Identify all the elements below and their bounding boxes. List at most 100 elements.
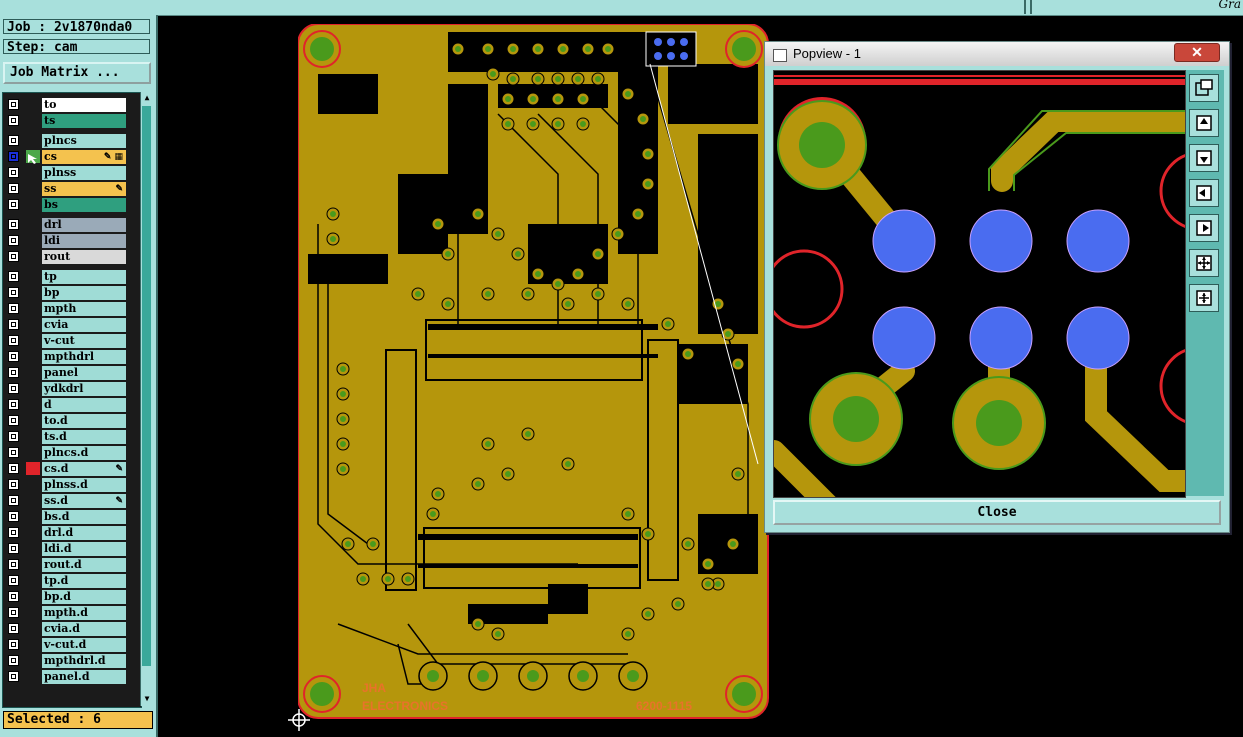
layer-name[interactable]: mpth: [42, 302, 126, 316]
layer-row[interactable]: ss.d ✎: [3, 493, 141, 508]
layer-name[interactable]: v-cut.d: [42, 638, 126, 652]
layer-row[interactable]: plnss: [3, 165, 141, 180]
layer-name[interactable]: d: [42, 398, 126, 412]
layer-row[interactable]: cs.d ✎: [3, 461, 141, 476]
layer-visibility-checkbox[interactable]: [8, 367, 19, 378]
layer-row[interactable]: mpth: [3, 301, 141, 316]
layer-visibility-checkbox[interactable]: [8, 251, 19, 262]
layer-visibility-checkbox[interactable]: [8, 463, 19, 474]
layer-visibility-checkbox[interactable]: [8, 623, 19, 634]
layer-row[interactable]: plncs: [3, 133, 141, 148]
layer-row[interactable]: bs: [3, 197, 141, 212]
layer-row[interactable]: bp: [3, 285, 141, 300]
layer-row[interactable]: panel.d: [3, 669, 141, 684]
layer-visibility-checkbox[interactable]: [8, 415, 19, 426]
zoom-window-icon[interactable]: [1189, 74, 1219, 102]
layer-name[interactable]: ldi.d: [42, 542, 126, 556]
layer-name[interactable]: mpthdrl: [42, 350, 126, 364]
layer-visibility-checkbox[interactable]: [8, 447, 19, 458]
layer-row[interactable]: ldi.d: [3, 541, 141, 556]
layer-name[interactable]: ldi: [42, 234, 126, 248]
layer-name[interactable]: to: [42, 98, 126, 112]
layer-name[interactable]: plncs: [42, 134, 126, 148]
layer-name[interactable]: cvia.d: [42, 622, 126, 636]
layer-visibility-checkbox[interactable]: [8, 543, 19, 554]
layer-list-scrollbar[interactable]: ▲ ▼: [140, 92, 153, 706]
layer-name[interactable]: ydkdrl: [42, 382, 126, 396]
layer-name[interactable]: rout.d: [42, 558, 126, 572]
layer-name[interactable]: bp: [42, 286, 126, 300]
selected-pads[interactable]: [872, 209, 1130, 370]
scrollbar-thumb[interactable]: [142, 106, 151, 666]
layer-name[interactable]: tp: [42, 270, 126, 284]
layer-row[interactable]: v-cut: [3, 333, 141, 348]
layer-name[interactable]: cs ✎ ▦: [42, 150, 126, 164]
layer-visibility-checkbox[interactable]: [8, 671, 19, 682]
layer-visibility-checkbox[interactable]: [8, 167, 19, 178]
window-close-icon[interactable]: ✕: [1174, 43, 1220, 62]
layer-row[interactable]: rout: [3, 249, 141, 264]
popview-close-button[interactable]: Close: [773, 500, 1221, 525]
layer-visibility-checkbox[interactable]: [8, 303, 19, 314]
layer-name[interactable]: cvia: [42, 318, 126, 332]
layer-name[interactable]: rout: [42, 250, 126, 264]
zoom-fit-icon[interactable]: [1189, 249, 1219, 277]
layer-visibility-checkbox[interactable]: [8, 319, 19, 330]
layer-name[interactable]: plnss.d: [42, 478, 126, 492]
layer-name[interactable]: plncs.d: [42, 446, 126, 460]
layer-row[interactable]: ts.d: [3, 429, 141, 444]
layer-row[interactable]: plnss.d: [3, 477, 141, 492]
layer-visibility-checkbox[interactable]: [8, 199, 19, 210]
layer-visibility-checkbox[interactable]: [8, 575, 19, 586]
popview-canvas[interactable]: [773, 70, 1186, 498]
layer-name[interactable]: bp.d: [42, 590, 126, 604]
layer-name[interactable]: plnss: [42, 166, 126, 180]
layer-row[interactable]: to: [3, 97, 141, 112]
layer-name[interactable]: ss ✎: [42, 182, 126, 196]
scroll-up-arrow-icon[interactable]: ▲: [142, 93, 152, 103]
layer-row[interactable]: v-cut.d: [3, 637, 141, 652]
layer-row[interactable]: tp: [3, 269, 141, 284]
layer-row[interactable]: rout.d: [3, 557, 141, 572]
layer-visibility-checkbox[interactable]: [8, 559, 19, 570]
layer-row[interactable]: bs.d: [3, 509, 141, 524]
layer-visibility-checkbox[interactable]: [8, 495, 19, 506]
layer-name[interactable]: cs.d ✎: [42, 462, 126, 476]
layer-visibility-checkbox[interactable]: [8, 479, 19, 490]
layer-row[interactable]: cvia: [3, 317, 141, 332]
zoom-home-icon[interactable]: [1189, 284, 1219, 312]
layer-row[interactable]: ss ✎: [3, 181, 141, 196]
layer-visibility-checkbox[interactable]: [8, 591, 19, 602]
layer-row[interactable]: drl.d: [3, 525, 141, 540]
layer-row[interactable]: plncs.d: [3, 445, 141, 460]
layer-name[interactable]: panel: [42, 366, 126, 380]
selected-connector[interactable]: [645, 31, 697, 67]
layer-visibility-checkbox[interactable]: [8, 511, 19, 522]
layer-visibility-checkbox[interactable]: [8, 399, 19, 410]
layer-row[interactable]: tp.d: [3, 573, 141, 588]
layer-name[interactable]: tp.d: [42, 574, 126, 588]
layer-visibility-checkbox[interactable]: [8, 431, 19, 442]
popview-titlebar[interactable]: Popview - 1 ✕: [765, 42, 1229, 66]
layer-visibility-checkbox[interactable]: [8, 271, 19, 282]
layer-row[interactable]: drl: [3, 217, 141, 232]
popview-window[interactable]: Popview - 1 ✕ Close: [764, 41, 1230, 533]
scroll-down-arrow-icon[interactable]: ▼: [142, 694, 152, 704]
layer-name[interactable]: ts: [42, 114, 126, 128]
layer-row[interactable]: mpth.d: [3, 605, 141, 620]
layer-visibility-checkbox[interactable]: [8, 655, 19, 666]
layer-row[interactable]: ydkdrl: [3, 381, 141, 396]
layer-visibility-checkbox[interactable]: [8, 99, 19, 110]
job-matrix-button[interactable]: Job Matrix ...: [3, 62, 151, 84]
layer-visibility-checkbox[interactable]: [8, 287, 19, 298]
layer-visibility-checkbox[interactable]: [8, 351, 19, 362]
pan-left-icon[interactable]: [1189, 179, 1219, 207]
layer-name[interactable]: bs.d: [42, 510, 126, 524]
pan-up-icon[interactable]: [1189, 109, 1219, 137]
layer-name[interactable]: ts.d: [42, 430, 126, 444]
pan-down-icon[interactable]: [1189, 144, 1219, 172]
pan-right-icon[interactable]: [1189, 214, 1219, 242]
layer-row[interactable]: bp.d: [3, 589, 141, 604]
layer-visibility-checkbox[interactable]: [8, 151, 19, 162]
layer-name[interactable]: to.d: [42, 414, 126, 428]
